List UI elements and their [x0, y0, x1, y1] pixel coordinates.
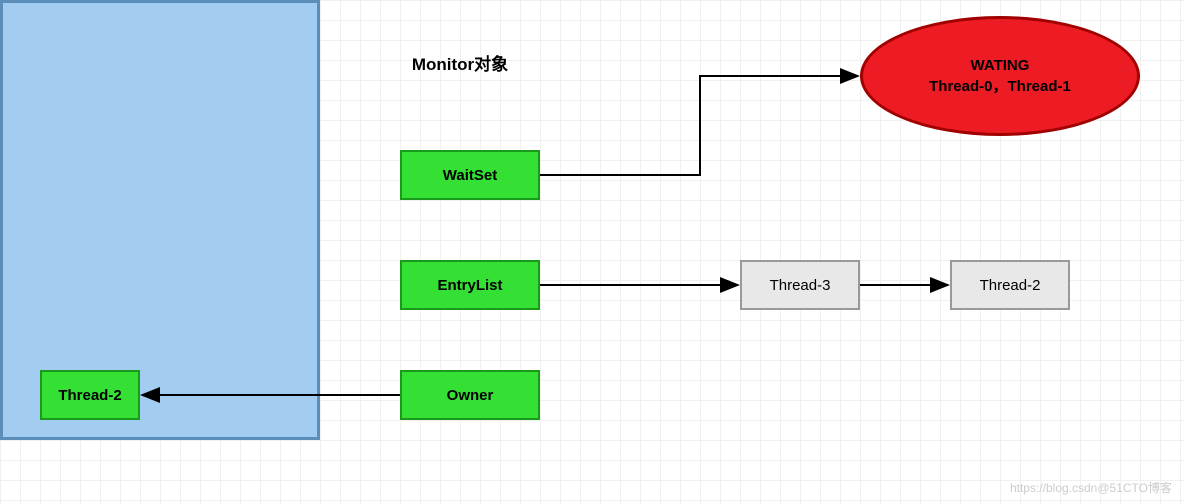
watermark: https://blog.csdn@51CTO博客	[1010, 479, 1172, 496]
entrylist-thread-a: Thread-3	[740, 260, 860, 310]
entrylist-box: EntryList	[400, 260, 540, 310]
entrylist-thread-b: Thread-2	[950, 260, 1070, 310]
waiting-state-ellipse: WATING Thread-0，Thread-1	[860, 16, 1140, 136]
waiting-state-label: WATING	[971, 55, 1030, 76]
owner-box: Owner	[400, 370, 540, 420]
monitor-title: Monitor对象	[300, 50, 620, 75]
waitset-box: WaitSet	[400, 150, 540, 200]
owner-thread-box: Thread-2	[40, 370, 140, 420]
waiting-threads-label: Thread-0，Thread-1	[929, 76, 1071, 97]
